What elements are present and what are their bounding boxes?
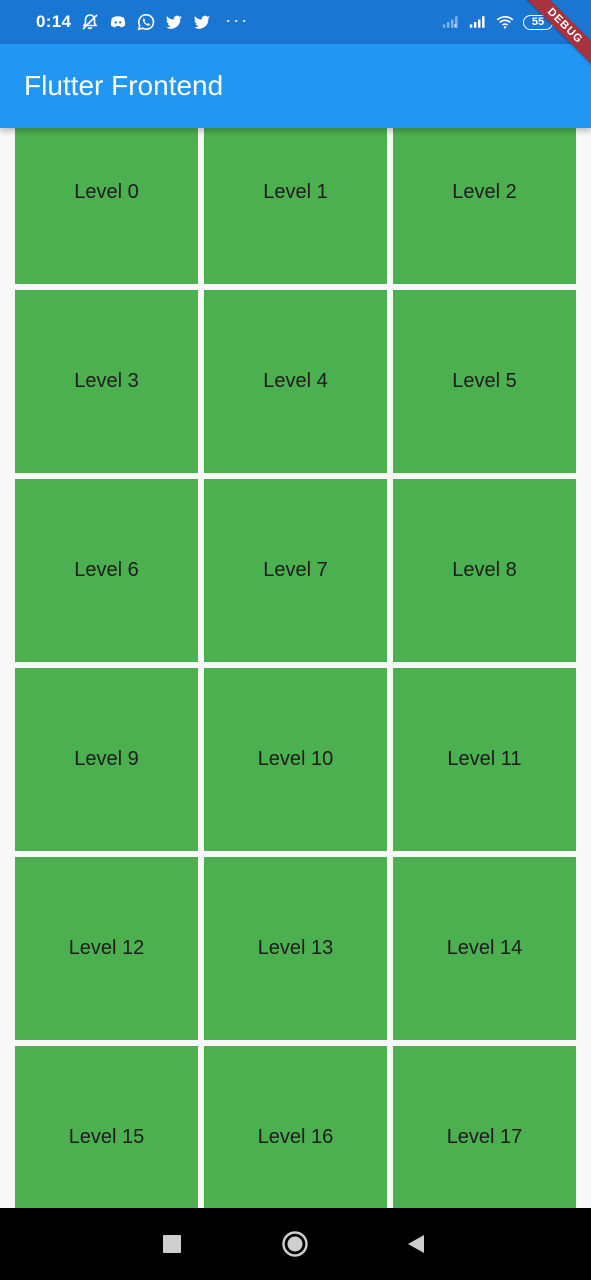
level-tile[interactable]: Level 4 [204,290,387,473]
status-bar-left: 0:14 ··· [36,0,249,44]
level-tile[interactable]: Level 0 [15,128,198,284]
square-icon [163,1235,181,1253]
level-label: Level 7 [263,559,328,581]
level-label: Level 13 [257,937,334,959]
level-tile[interactable]: Level 11 [393,668,576,851]
debug-banner-container: DEBUG [511,0,591,80]
level-tile[interactable]: Level 12 [15,857,198,1040]
back-button[interactable] [381,1208,451,1280]
level-label: Level 3 [74,370,139,392]
level-tile[interactable]: Level 7 [204,479,387,662]
level-tile[interactable]: Level 15 [15,1046,198,1208]
svg-text:x: x [453,24,457,30]
level-label: Level 17 [446,1126,523,1148]
level-label: Level 9 [74,748,139,770]
level-tile[interactable]: Level 5 [393,290,576,473]
level-tile[interactable]: Level 17 [393,1046,576,1208]
level-tile[interactable]: Level 2 [393,128,576,284]
twitter-icon [165,13,183,31]
level-tile[interactable]: Level 3 [15,290,198,473]
discord-icon [109,13,127,31]
level-label: Level 15 [68,1126,145,1148]
level-label: Level 16 [257,1126,334,1148]
circle-icon [282,1231,308,1257]
status-time: 0:14 [36,12,72,31]
level-label: Level 4 [263,370,328,392]
level-tile[interactable]: Level 8 [393,479,576,662]
recents-button[interactable] [137,1208,207,1280]
level-tile[interactable]: Level 1 [204,128,387,284]
mute-notifications-icon [81,13,99,31]
back-triangle-icon [408,1235,424,1253]
level-label: Level 14 [446,937,523,959]
level-tile[interactable]: Level 6 [15,479,198,662]
app-bar: Flutter Frontend [0,44,591,128]
signal-icon: x [442,13,460,31]
navigation-bar [0,1208,591,1280]
level-label: Level 2 [452,181,517,203]
status-bar: 0:14 ··· x 55 [0,0,591,44]
level-label: Level 1 [263,181,328,203]
level-label: Level 0 [74,181,139,203]
level-tile[interactable]: Level 14 [393,857,576,1040]
level-tile[interactable]: Level 9 [15,668,198,851]
signal-icon [469,13,487,31]
level-tile[interactable]: Level 16 [204,1046,387,1208]
level-grid: Level 0 Level 1 Level 2 Level 3 Level 4 Level… [15,128,576,1208]
debug-banner: DEBUG [516,0,591,75]
level-label: Level 10 [257,748,334,770]
more-notifications-icon: ··· [225,9,250,30]
whatsapp-icon [137,13,155,31]
level-tile[interactable]: Level 10 [204,668,387,851]
level-label: Level 12 [68,937,145,959]
level-grid-viewport[interactable]: Level 0 Level 1 Level 2 Level 3 Level 4 Level… [0,128,591,1208]
level-tile[interactable]: Level 13 [204,857,387,1040]
level-label: Level 6 [74,559,139,581]
level-label: Level 11 [447,748,522,770]
twitter-icon [193,13,211,31]
home-button[interactable] [260,1208,330,1280]
level-label: Level 5 [452,370,517,392]
level-label: Level 8 [452,559,517,581]
app-title: Flutter Frontend [24,70,224,101]
